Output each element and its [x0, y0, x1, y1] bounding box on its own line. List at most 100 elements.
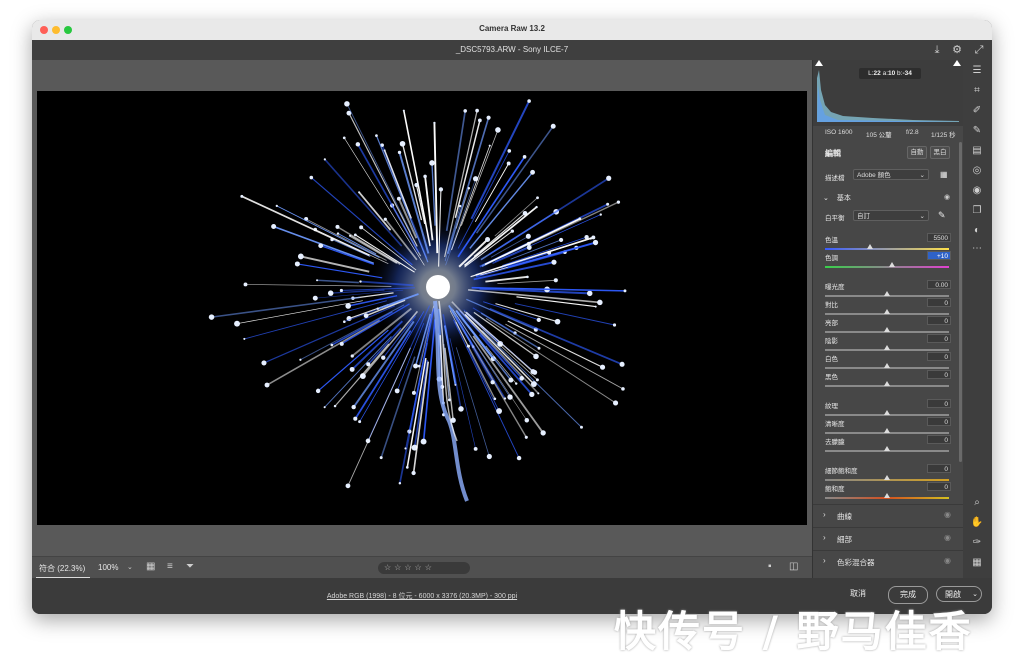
eye-icon[interactable]: ◉ [944, 556, 951, 565]
profile-browser-icon[interactable]: ▦ [940, 170, 948, 179]
slider-track[interactable] [825, 410, 949, 416]
slider-thumb[interactable] [888, 262, 895, 267]
window-title: Camera Raw 13.2 [479, 24, 545, 33]
radial-filter-icon[interactable]: ◎ [970, 164, 984, 178]
slider-track[interactable] [825, 327, 949, 333]
color-sampler-icon[interactable]: ✑ [970, 536, 984, 550]
eye-icon[interactable]: ◉ [944, 193, 950, 201]
aperture: f/2.8 [906, 129, 919, 136]
firework-spark-tip [316, 279, 319, 282]
gear-icon[interactable]: ⚙ [950, 43, 964, 57]
slider-value-field[interactable]: 0 [927, 298, 951, 307]
slider-track[interactable] [825, 428, 949, 434]
slider-thumb[interactable] [884, 381, 890, 386]
slider-track[interactable] [825, 291, 949, 297]
slider-track[interactable] [825, 475, 949, 481]
section-detail[interactable]: › 細部 ◉ [813, 527, 963, 548]
snapshots-icon[interactable]: ❐ [970, 204, 984, 218]
view-single-icon[interactable]: ▪ [768, 561, 772, 572]
slider-thumb[interactable] [884, 428, 890, 433]
panel-scrollbar[interactable] [959, 142, 962, 462]
basic-section-header[interactable]: ⌄ 基本 [823, 193, 851, 203]
firework-spark-tip [355, 142, 361, 147]
before-after-icon[interactable]: ◫ [789, 561, 798, 572]
slider-value-field[interactable]: 0 [927, 417, 951, 426]
zoom-100-button[interactable]: 100% [98, 563, 118, 572]
firework-spark-tip [591, 235, 596, 240]
presets-icon[interactable]: ◐ [970, 224, 984, 238]
filter-icon[interactable]: ⏷ [186, 561, 194, 572]
firework-spark-tip [533, 353, 539, 360]
firework-spark-tip [516, 455, 522, 461]
sort-icon[interactable]: ≡ [167, 561, 173, 572]
healing-icon[interactable]: ✐ [970, 104, 984, 118]
slider-thumb[interactable] [884, 475, 890, 480]
slider-value-field[interactable]: 0 [927, 435, 951, 444]
rating-stars[interactable]: ☆☆☆☆☆ [378, 562, 470, 574]
white-balance-select[interactable]: 自訂 ⌄ [853, 210, 929, 221]
slider-thumb[interactable] [884, 345, 890, 350]
black-white-button[interactable]: 黑白 [930, 146, 950, 159]
firework-spark-tip [323, 406, 326, 409]
slider-value-field[interactable]: 0.00 [927, 280, 951, 289]
slider-thumb[interactable] [884, 446, 890, 451]
crop-icon[interactable]: ⌗ [970, 84, 984, 98]
grid-icon[interactable]: ▦ [970, 556, 984, 570]
firework-spark-tip [619, 361, 625, 367]
photo-canvas[interactable] [37, 91, 807, 525]
slider-track[interactable] [825, 345, 949, 351]
firework-spark-tip [599, 364, 606, 370]
slider-value-field[interactable]: 0 [927, 370, 951, 379]
slider-value-field[interactable]: 5500 [927, 233, 951, 242]
slider-track[interactable] [825, 446, 949, 452]
section-curve[interactable]: › 曲線 ◉ [813, 504, 963, 525]
filmstrip-icon[interactable]: ▦ [146, 561, 155, 572]
zoom-icon[interactable]: ⌕ [970, 496, 984, 510]
slider-value-field[interactable]: 0 [927, 464, 951, 473]
slider-value-field[interactable]: 0 [927, 352, 951, 361]
slider-thumb[interactable] [866, 244, 873, 249]
slider-thumb[interactable] [884, 291, 890, 296]
slider-track[interactable] [825, 381, 949, 387]
slider-track[interactable] [825, 262, 949, 268]
slider-track[interactable] [825, 244, 949, 250]
slider-thumb[interactable] [884, 493, 890, 498]
firework-spark-tip [261, 360, 267, 366]
slider-label: 色溫 [825, 237, 838, 244]
slider-value-field[interactable]: 0 [927, 316, 951, 325]
slider-label: 飽和度 [825, 486, 845, 493]
save-icon[interactable]: ⤓ [930, 43, 944, 57]
section-color-mixer[interactable]: › 色彩混合器 ◉ [813, 550, 963, 571]
firework-spark [489, 307, 623, 366]
gradient-icon[interactable]: ▤ [970, 144, 984, 158]
eye-icon[interactable]: ◉ [944, 510, 951, 519]
slider-thumb[interactable] [884, 410, 890, 415]
brush-icon[interactable]: ✎ [970, 124, 984, 138]
edit-sliders-icon[interactable]: ☰ [970, 64, 984, 78]
eyedropper-icon[interactable]: ✎ [938, 210, 946, 221]
eye-icon[interactable]: ◉ [944, 533, 951, 542]
fit-zoom-button[interactable]: 符合 (22.3%) [39, 563, 85, 574]
profile-select[interactable]: Adobe 顏色 ⌄ [853, 169, 929, 180]
slider-value-field[interactable]: 0 [927, 399, 951, 408]
firework-spark-tip [475, 108, 479, 113]
slider-thumb[interactable] [884, 327, 890, 332]
slider-value-field[interactable]: 0 [927, 482, 951, 491]
firework-spark-tip [339, 288, 343, 293]
slider-value-field[interactable]: +10 [927, 251, 951, 260]
chevron-down-icon[interactable]: ⌄ [127, 563, 133, 571]
slider-thumb[interactable] [884, 363, 890, 368]
slider-thumb[interactable] [884, 309, 890, 314]
hand-icon[interactable]: ✋ [970, 516, 984, 530]
slider-track[interactable] [825, 493, 949, 499]
slider-track[interactable] [825, 309, 949, 315]
edit-title: 編輯 [825, 149, 841, 158]
red-eye-icon[interactable]: ◉ [970, 184, 984, 198]
more-icon[interactable]: ⋯ [970, 242, 984, 256]
slider-track[interactable] [825, 363, 949, 369]
chevron-down-icon: ⌄ [823, 195, 829, 202]
auto-button[interactable]: 自動 [907, 146, 927, 159]
firework-spark-tip [554, 318, 561, 325]
fullscreen-icon[interactable]: ⤢ [972, 43, 986, 57]
slider-value-field[interactable]: 0 [927, 334, 951, 343]
